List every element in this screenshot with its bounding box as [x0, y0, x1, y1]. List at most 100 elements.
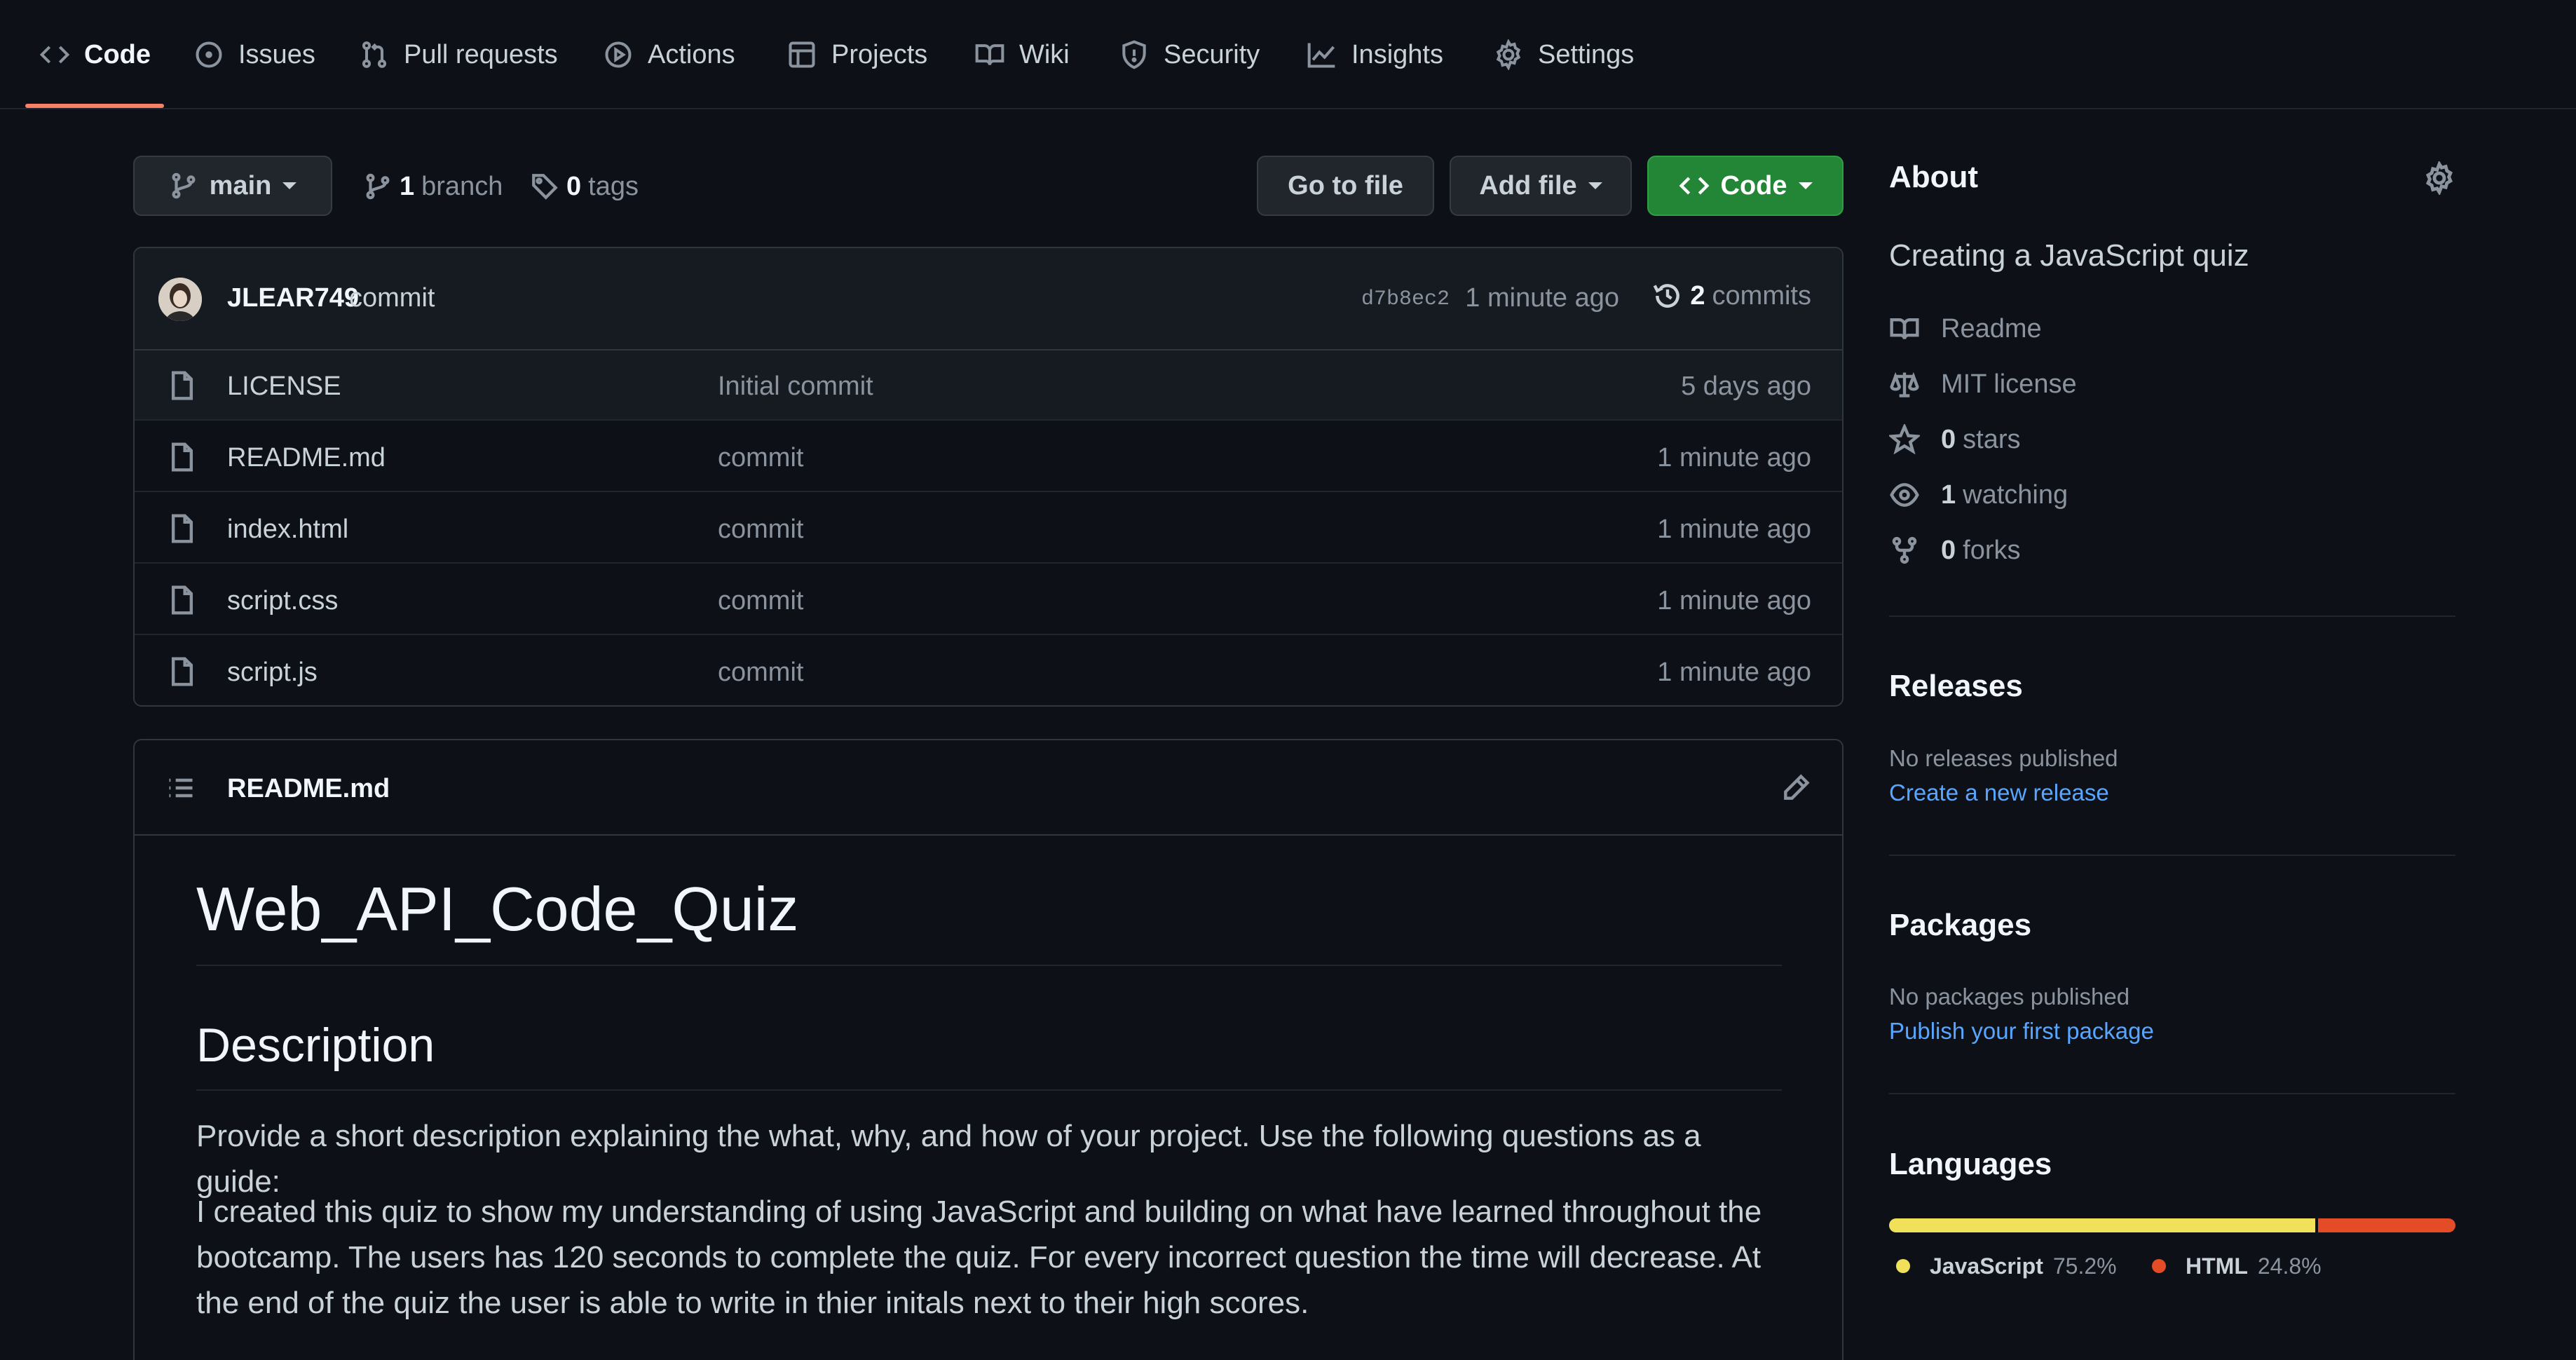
tab-security-label: Security — [1164, 39, 1260, 69]
forks-link[interactable]: 0 forks — [1889, 531, 2021, 570]
readme-link[interactable]: Readme — [1889, 309, 2042, 348]
language-bar-html[interactable] — [2315, 1218, 2455, 1232]
book-icon — [975, 44, 1004, 65]
code-clone-button[interactable]: Code — [1647, 156, 1844, 216]
tag-count: 0 — [566, 171, 582, 201]
readme-header: README.md — [135, 740, 1842, 836]
tab-projects-label: Projects — [831, 39, 928, 69]
language-bar — [1889, 1218, 2455, 1232]
file-commit-message[interactable]: commit — [718, 658, 803, 688]
go-to-file-button[interactable]: Go to file — [1257, 156, 1434, 216]
file-commit-time: 1 minute ago — [1657, 515, 1811, 544]
file-commit-time: 1 minute ago — [1657, 658, 1811, 687]
file-name[interactable]: LICENSE — [227, 372, 341, 402]
chevron-down-icon — [282, 182, 297, 189]
add-file-label: Add file — [1479, 170, 1577, 200]
about-description: Creating a JavaScript quiz — [1889, 238, 2249, 273]
file-icon — [171, 514, 193, 543]
language-percent: 24.8% — [2257, 1253, 2322, 1279]
language-name: JavaScript — [1930, 1253, 2043, 1279]
readme-filename[interactable]: README.md — [227, 774, 390, 804]
watching-link[interactable]: 1 watching — [1889, 475, 2068, 515]
tag-label: tags — [588, 171, 639, 201]
branches-link[interactable]: 1 branch — [363, 158, 503, 215]
branch-name: main — [209, 170, 272, 200]
language-html[interactable]: HTML 24.8% — [2152, 1252, 2322, 1280]
file-commit-message[interactable]: commit — [718, 515, 803, 545]
releases-heading[interactable]: Releases — [1889, 669, 2023, 704]
file-name[interactable]: README.md — [227, 443, 386, 473]
language-percent: 75.2% — [2052, 1253, 2117, 1279]
readme-paragraph: I created this quiz to show my understan… — [196, 1195, 1762, 1320]
commit-message[interactable]: commit — [349, 283, 435, 313]
list-unordered-icon[interactable] — [165, 773, 196, 803]
commit-label: commits — [1712, 280, 1811, 311]
sidebar-divider — [1889, 616, 2455, 617]
chevron-down-icon — [1798, 182, 1813, 189]
readme-link-label: Readme — [1941, 313, 2042, 344]
stars-label: stars — [1963, 424, 2021, 454]
avatar[interactable] — [158, 278, 202, 321]
branch-select-button[interactable]: main — [133, 156, 332, 216]
tab-code-label: Code — [84, 39, 151, 69]
readme-section-heading: Description — [196, 1018, 1782, 1091]
git-pull-request-icon — [362, 41, 387, 68]
file-commit-message[interactable]: Initial commit — [718, 372, 873, 402]
license-link[interactable]: MIT license — [1889, 365, 2077, 404]
history-icon — [1654, 284, 1680, 308]
latest-commit-bar: JLEAR749 commit d7b8ec2 1 minute ago 2 c… — [135, 248, 1842, 351]
tab-wiki-label: Wiki — [1019, 39, 1070, 69]
commit-history-link[interactable]: 2 commits — [1652, 280, 1811, 311]
tab-pull-requests[interactable]: Pull requests — [359, 34, 558, 76]
file-browser: JLEAR749 commit d7b8ec2 1 minute ago 2 c… — [133, 247, 1844, 707]
pencil-icon[interactable] — [1780, 773, 1811, 803]
readme-panel: README.md Web_API_Code_Quiz Description … — [133, 739, 1844, 1360]
gear-icon[interactable] — [2422, 161, 2456, 195]
packages-heading[interactable]: Packages — [1889, 908, 2031, 943]
tags-link[interactable]: 0 tags — [530, 158, 639, 215]
active-tab-underline — [25, 104, 164, 108]
language-bar-javascript[interactable] — [1889, 1218, 2315, 1232]
file-icon — [171, 585, 193, 615]
table-row: script.css commit 1 minute ago — [135, 565, 1842, 635]
graph-icon — [1307, 43, 1335, 68]
file-commit-message[interactable]: commit — [718, 443, 803, 473]
file-icon — [171, 371, 193, 400]
file-name[interactable]: script.css — [227, 586, 338, 616]
tab-code[interactable]: Code — [39, 34, 151, 76]
sidebar-divider — [1889, 1093, 2455, 1094]
book-icon — [1890, 318, 1919, 340]
stars-link[interactable]: 0 stars — [1889, 420, 2021, 459]
tab-actions-label: Actions — [648, 39, 735, 69]
tag-icon — [532, 174, 558, 200]
file-name[interactable]: index.html — [227, 515, 348, 545]
tab-security[interactable]: Security — [1119, 34, 1260, 76]
tab-insights[interactable]: Insights — [1307, 34, 1443, 76]
tab-issues[interactable]: Issues — [193, 34, 315, 76]
file-commit-message[interactable]: commit — [718, 586, 803, 616]
code-icon — [39, 46, 70, 64]
commit-author[interactable]: JLEAR749 — [227, 283, 359, 313]
commit-sha[interactable]: d7b8ec2 — [1361, 287, 1450, 311]
file-icon — [171, 442, 193, 472]
repo-nav: Code Issues Pull requests Actions Projec… — [0, 0, 2576, 109]
license-link-label: MIT license — [1941, 369, 2077, 399]
add-file-button[interactable]: Add file — [1450, 156, 1632, 216]
watching-count: 1 — [1941, 480, 1956, 510]
tab-wiki[interactable]: Wiki — [974, 34, 1070, 76]
tab-actions[interactable]: Actions — [603, 34, 735, 76]
eye-icon — [1890, 483, 1919, 507]
packages-empty-text: No packages published — [1889, 984, 2130, 1009]
file-name[interactable]: script.js — [227, 658, 318, 688]
language-javascript[interactable]: JavaScript 75.2% — [1896, 1252, 2117, 1280]
publish-package-link[interactable]: Publish your first package — [1889, 1018, 2154, 1045]
file-commit-time: 1 minute ago — [1657, 586, 1811, 616]
tab-settings-label: Settings — [1538, 39, 1635, 69]
branch-label: branch — [421, 171, 503, 201]
tab-projects[interactable]: Projects — [786, 34, 927, 76]
git-branch-icon — [366, 173, 390, 200]
tab-settings[interactable]: Settings — [1493, 34, 1634, 76]
create-release-link[interactable]: Create a new release — [1889, 780, 2109, 806]
readme-title: Web_API_Code_Quiz — [196, 873, 1782, 966]
chevron-down-icon — [1588, 182, 1602, 189]
